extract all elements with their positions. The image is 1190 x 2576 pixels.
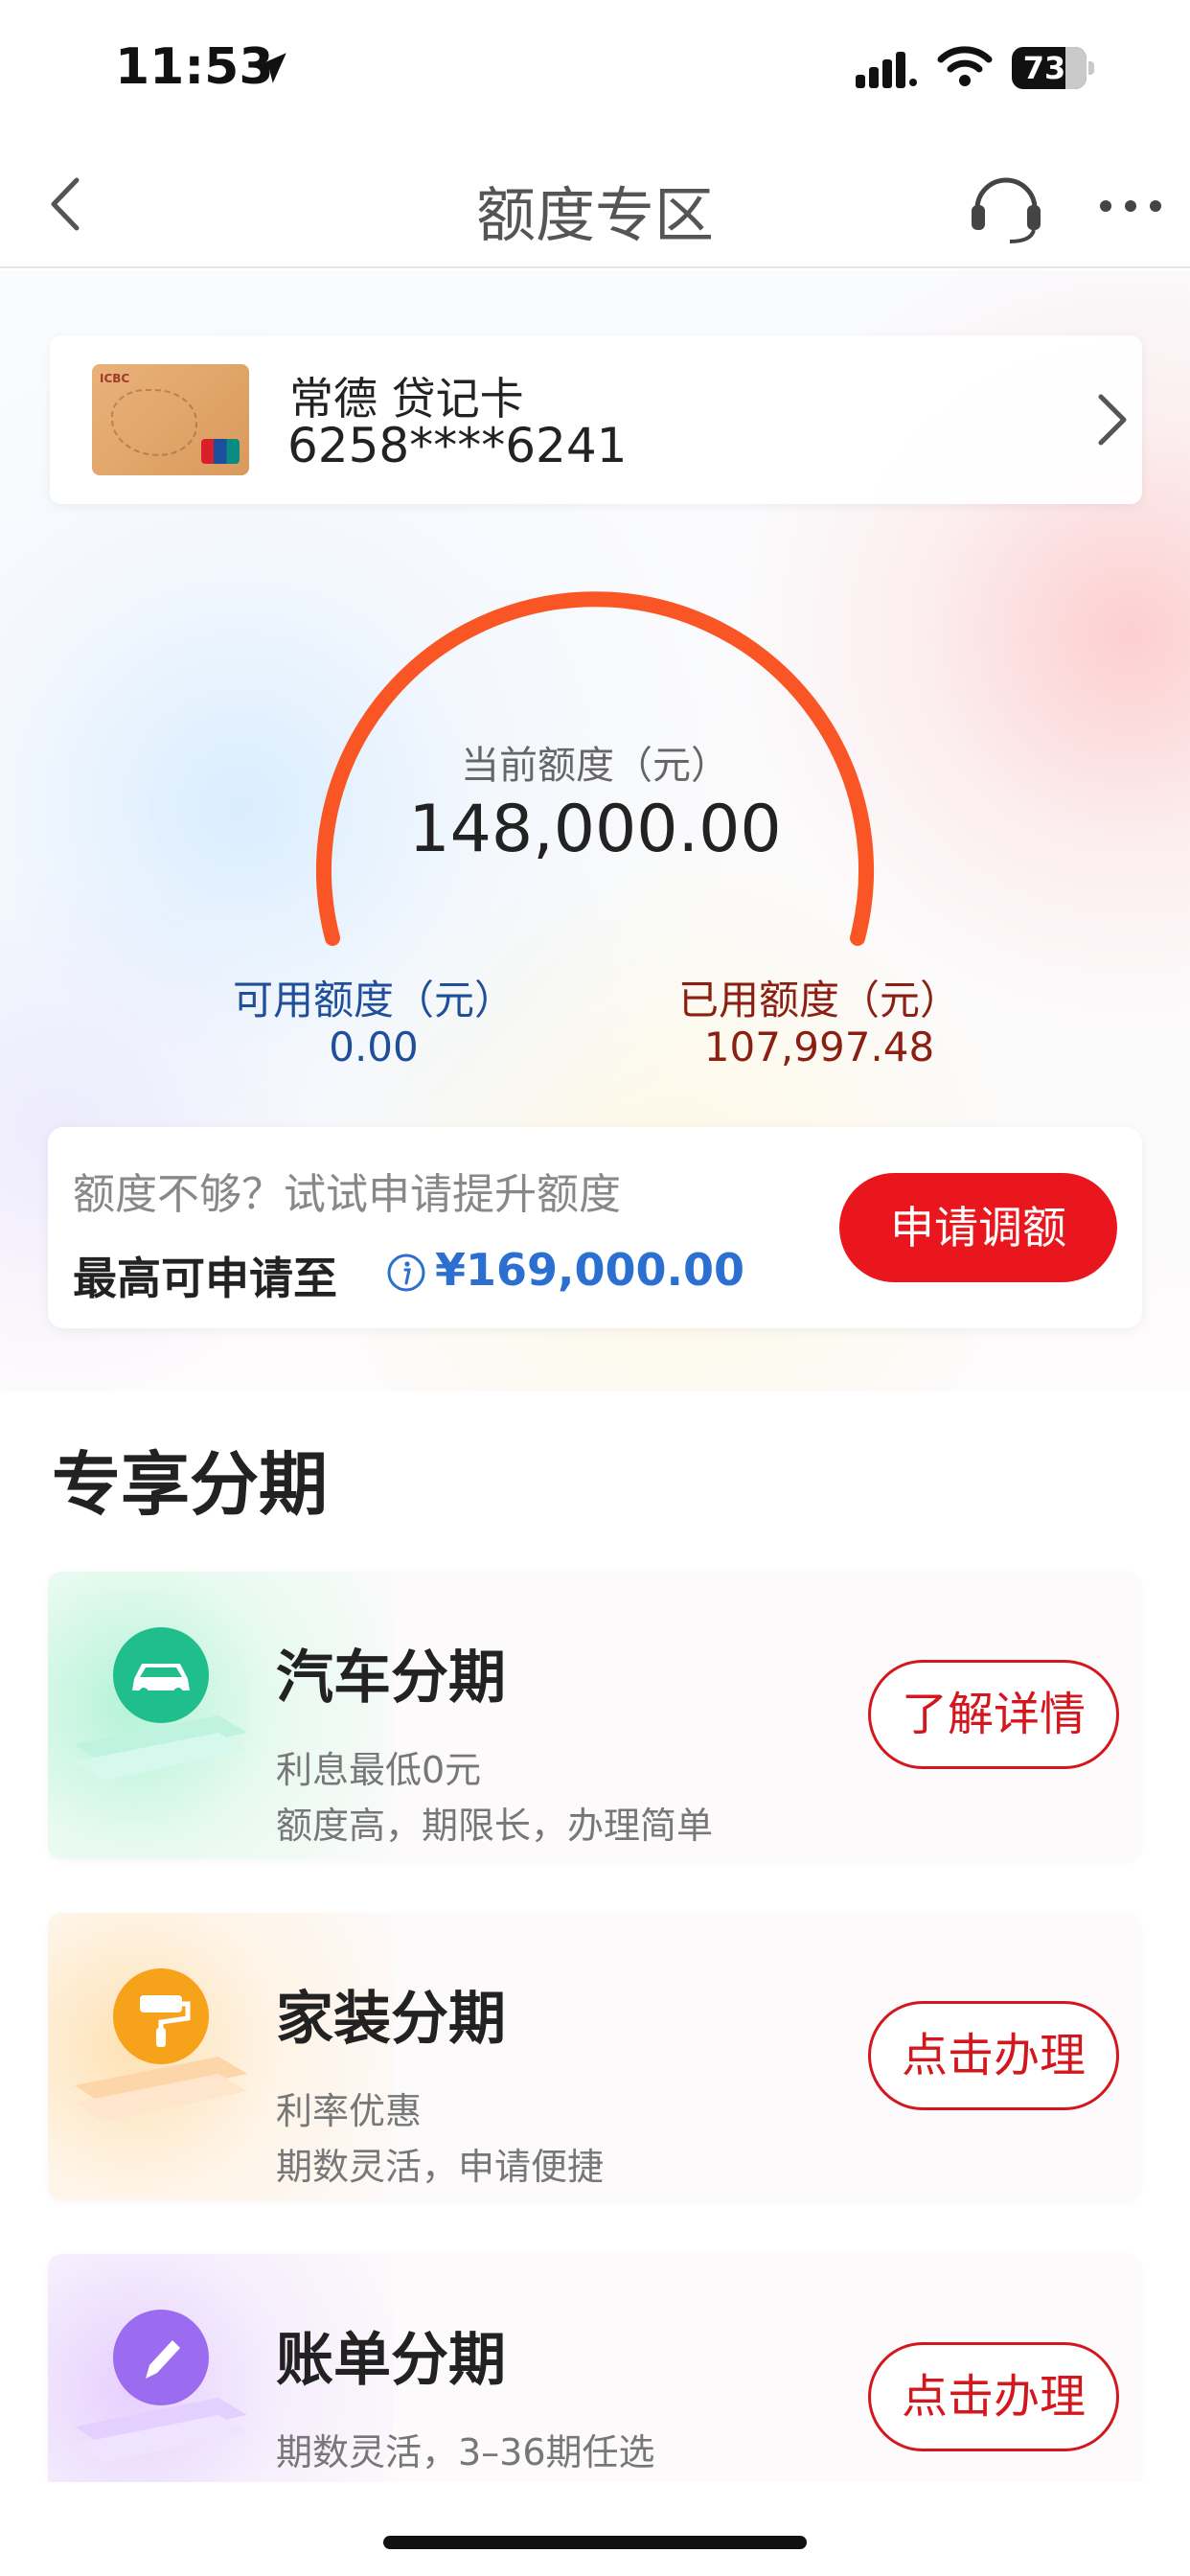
apply-now-button[interactable]: 点击办理 bbox=[868, 2001, 1119, 2110]
installment-title: 汽车分期 bbox=[276, 1644, 506, 1712]
apply-limit-adjust-button[interactable]: 申请调额 bbox=[839, 1173, 1117, 1282]
nav-bar: 额度专区 bbox=[0, 144, 1190, 268]
current-limit-label: 当前额度（元） bbox=[461, 744, 729, 788]
limit-increase-hint: 额度不够？试试申请提升额度 bbox=[73, 1170, 621, 1219]
bank-logo: ICBC bbox=[100, 372, 130, 385]
battery-level: 73 bbox=[1022, 50, 1066, 86]
available-limit-value: 0.00 bbox=[329, 1024, 419, 1070]
used-limit-value: 107,997.48 bbox=[703, 1024, 935, 1070]
pencil-icon bbox=[75, 2310, 247, 2463]
apply-now-button[interactable]: 点击办理 bbox=[868, 2342, 1119, 2451]
installment-desc: 利息最低0元 bbox=[276, 1749, 482, 1791]
installment-title: 家装分期 bbox=[276, 1986, 506, 2053]
installment-card-car[interactable]: 汽车分期 利息最低0元 额度高，期限长，办理简单 了解详情 bbox=[48, 1572, 1140, 1859]
wifi-icon bbox=[937, 46, 993, 86]
info-icon[interactable] bbox=[385, 1252, 427, 1294]
status-bar: 11:53 73 bbox=[0, 0, 1190, 144]
installment-desc: 额度高，期限长，办理简单 bbox=[276, 1805, 714, 1847]
home-indicator[interactable] bbox=[383, 2536, 807, 2549]
available-limit-label: 可用额度（元） bbox=[232, 977, 515, 1024]
installment-desc: 期数灵活，3–36期任选 bbox=[276, 2431, 655, 2473]
section-title: 专享分期 bbox=[52, 1444, 329, 1525]
card-number: 6258****6241 bbox=[287, 418, 628, 473]
installment-desc: 期数灵活，申请便捷 bbox=[276, 2146, 605, 2188]
battery-indicator: 73 bbox=[1012, 47, 1094, 89]
more-options-icon[interactable] bbox=[1092, 182, 1169, 230]
location-arrow-icon bbox=[256, 53, 286, 83]
paint-roller-icon bbox=[75, 1968, 247, 2122]
installment-title: 账单分期 bbox=[276, 2327, 506, 2394]
car-icon bbox=[75, 1627, 247, 1781]
limit-increase-panel: 额度不够？试试申请提升额度 最高可申请至 ¥169,000.00 申请调额 bbox=[48, 1127, 1142, 1328]
chevron-right-icon bbox=[1098, 394, 1127, 446]
card-selector[interactable]: ICBC 常德 贷记卡 6258****6241 bbox=[50, 335, 1142, 504]
cellular-signal-icon bbox=[856, 52, 917, 88]
used-limit-label: 已用额度（元） bbox=[677, 977, 960, 1024]
home-indicator-area bbox=[0, 2482, 1190, 2576]
installment-card-home[interactable]: 家装分期 利率优惠 期数灵活，申请便捷 点击办理 bbox=[48, 1913, 1140, 2200]
customer-service-headset-icon[interactable] bbox=[968, 165, 1044, 245]
learn-more-button[interactable]: 了解详情 bbox=[868, 1660, 1119, 1769]
credit-card-thumbnail: ICBC bbox=[92, 364, 249, 475]
current-limit-value: 148,000.00 bbox=[408, 792, 782, 867]
max-limit-value: ¥169,000.00 bbox=[435, 1244, 745, 1296]
unionpay-logo bbox=[201, 439, 240, 464]
installment-desc: 利率优惠 bbox=[276, 2090, 423, 2132]
max-limit-label: 最高可申请至 bbox=[73, 1253, 337, 1304]
status-time: 11:53 bbox=[115, 38, 274, 96]
